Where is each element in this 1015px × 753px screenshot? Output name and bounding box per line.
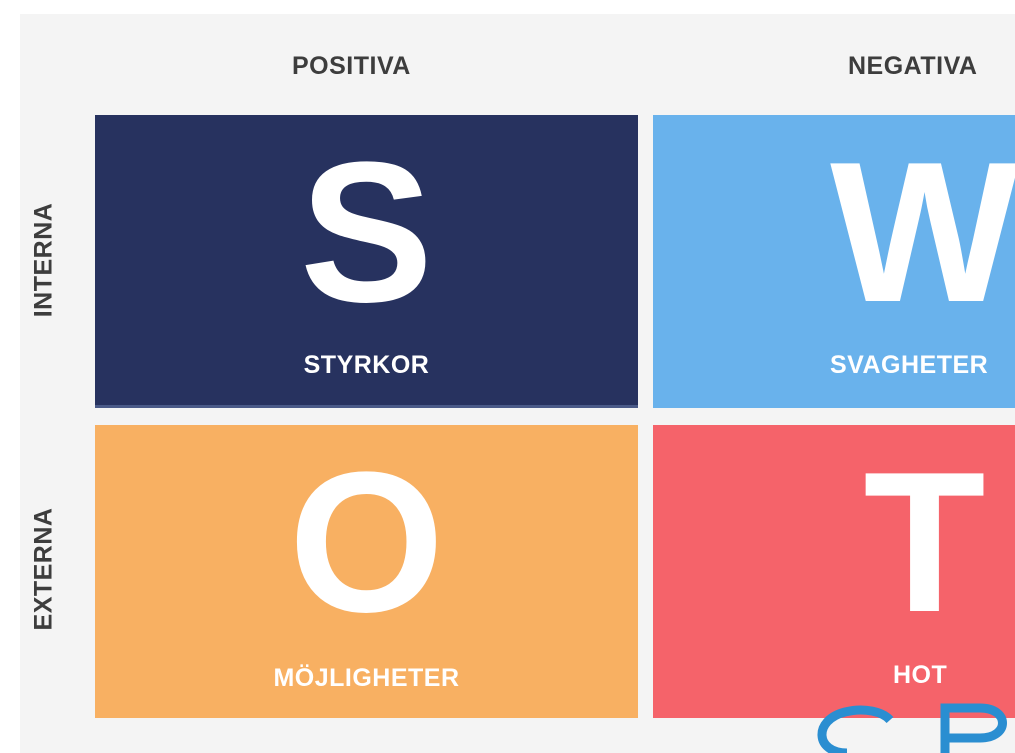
swot-canvas: POSITIVA NEGATIVA INTERNA EXTERNA S STYR… [0, 0, 1015, 753]
quadrant-weaknesses: W SVAGHETER [653, 115, 1015, 408]
quadrant-label-threats: HOT [893, 661, 948, 689]
column-header-positive: POSITIVA [292, 52, 411, 80]
column-header-negative: NEGATIVA [848, 52, 978, 80]
quadrant-label-weaknesses: SVAGHETER [830, 351, 989, 379]
quadrant-label-opportunities: MÖJLIGHETER [273, 664, 460, 692]
quadrant-letter-w: W [830, 121, 1015, 344]
row-label-internal: INTERNA [29, 202, 58, 318]
quadrant-label-strengths: STYRKOR [303, 351, 430, 379]
quadrant-strengths: S STYRKOR [95, 115, 638, 408]
quadrant-letter-o: O [288, 431, 445, 654]
quadrant-letter-t: T [863, 431, 986, 654]
quadrant-threats: T HOT [653, 425, 1015, 718]
row-label-external: EXTERNA [29, 507, 58, 631]
quadrant-opportunities: O MÖJLIGHETER [95, 425, 638, 718]
quadrant-letter-s: S [299, 121, 434, 344]
